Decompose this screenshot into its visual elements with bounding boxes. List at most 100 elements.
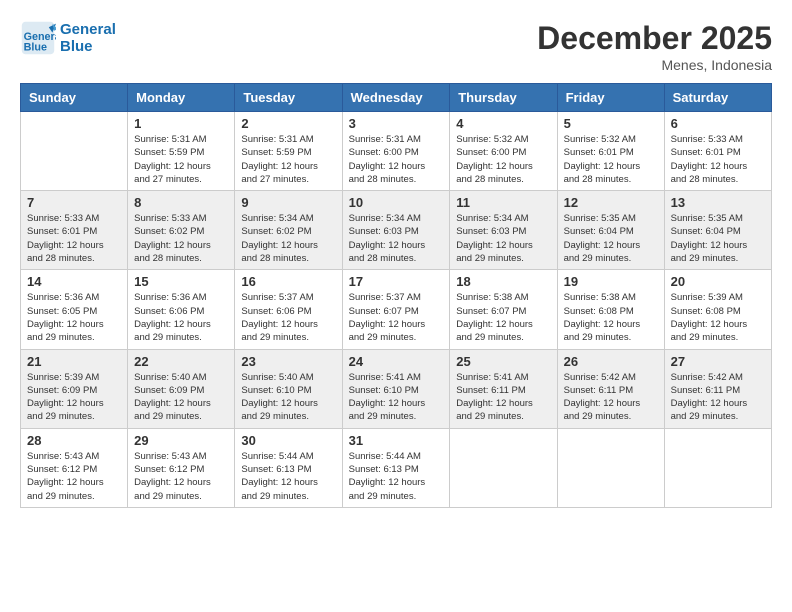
day-info: Sunrise: 5:31 AM Sunset: 5:59 PM Dayligh… — [134, 133, 228, 186]
calendar-cell: 21Sunrise: 5:39 AM Sunset: 6:09 PM Dayli… — [21, 349, 128, 428]
calendar-cell: 13 Sunrise: 5:35 AM Sunset: 6:04 PM Dayli… — [664, 191, 771, 270]
calendar-cell: 5Sunrise: 5:32 AM Sunset: 6:01 PM Daylig… — [557, 112, 664, 191]
col-saturday: Saturday — [664, 84, 771, 112]
calendar-cell: 28Sunrise: 5:43 AM Sunset: 6:12 PM Dayli… — [21, 428, 128, 507]
day-number: 11 — [456, 195, 550, 210]
col-monday: Monday — [128, 84, 235, 112]
day-number: 13 — [671, 195, 765, 210]
day-info: Sunrise: 5:43 AM Sunset: 6:12 PM Dayligh… — [27, 450, 121, 503]
day-info: Sunrise: 5:31 AM Sunset: 5:59 PM Dayligh… — [241, 133, 335, 186]
day-number: 27 — [671, 354, 765, 369]
day-info: Sunrise: 5:37 AM Sunset: 6:07 PM Dayligh… — [349, 291, 444, 344]
col-tuesday: Tuesday — [235, 84, 342, 112]
day-number: 9 — [241, 195, 335, 210]
day-info: Sunrise: 5:35 AM Sunset: 6:04 PM Dayligh… — [671, 212, 765, 265]
day-number: 30 — [241, 433, 335, 448]
logo-icon: General Blue — [20, 20, 56, 56]
day-info: Sunrise: 5:41 AM Sunset: 6:10 PM Dayligh… — [349, 371, 444, 424]
calendar-cell: 20 Sunrise: 5:39 AM Sunset: 6:08 PM Dayli… — [664, 270, 771, 349]
day-number: 29 — [134, 433, 228, 448]
calendar-week-row: 1 Sunrise: 5:31 AM Sunset: 5:59 PM Daylig… — [21, 112, 772, 191]
col-wednesday: Wednesday — [342, 84, 450, 112]
day-number: 15 — [134, 274, 228, 289]
calendar-cell: 4 Sunrise: 5:32 AM Sunset: 6:00 PM Daylig… — [450, 112, 557, 191]
location: Menes, Indonesia — [537, 57, 772, 73]
title-area: December 2025 Menes, Indonesia — [537, 20, 772, 73]
day-number: 3 — [349, 116, 444, 131]
calendar-cell: 10 Sunrise: 5:34 AM Sunset: 6:03 PM Dayli… — [342, 191, 450, 270]
day-number: 18 — [456, 274, 550, 289]
day-number: 6 — [671, 116, 765, 131]
calendar-cell: 6Sunrise: 5:33 AM Sunset: 6:01 PM Daylig… — [664, 112, 771, 191]
calendar-cell: 2 Sunrise: 5:31 AM Sunset: 5:59 PM Daylig… — [235, 112, 342, 191]
day-number: 20 — [671, 274, 765, 289]
logo-text: General Blue — [60, 21, 116, 55]
day-number: 1 — [134, 116, 228, 131]
calendar-cell: 1 Sunrise: 5:31 AM Sunset: 5:59 PM Daylig… — [128, 112, 235, 191]
calendar-cell — [557, 428, 664, 507]
day-info: Sunrise: 5:43 AM Sunset: 6:12 PM Dayligh… — [134, 450, 228, 503]
calendar-week-row: 28Sunrise: 5:43 AM Sunset: 6:12 PM Dayli… — [21, 428, 772, 507]
day-info: Sunrise: 5:33 AM Sunset: 6:01 PM Dayligh… — [27, 212, 121, 265]
calendar-cell: 7 Sunrise: 5:33 AM Sunset: 6:01 PM Daylig… — [21, 191, 128, 270]
day-info: Sunrise: 5:36 AM Sunset: 6:05 PM Dayligh… — [27, 291, 121, 344]
day-info: Sunrise: 5:37 AM Sunset: 6:06 PM Dayligh… — [241, 291, 335, 344]
calendar-cell: 8Sunrise: 5:33 AM Sunset: 6:02 PM Daylig… — [128, 191, 235, 270]
calendar-week-row: 21Sunrise: 5:39 AM Sunset: 6:09 PM Dayli… — [21, 349, 772, 428]
day-info: Sunrise: 5:40 AM Sunset: 6:09 PM Dayligh… — [134, 371, 228, 424]
col-friday: Friday — [557, 84, 664, 112]
day-info: Sunrise: 5:32 AM Sunset: 6:01 PM Dayligh… — [564, 133, 658, 186]
calendar-cell: 3 Sunrise: 5:31 AM Sunset: 6:00 PM Daylig… — [342, 112, 450, 191]
calendar-cell: 26 Sunrise: 5:42 AM Sunset: 6:11 PM Dayli… — [557, 349, 664, 428]
calendar-table: Sunday Monday Tuesday Wednesday Thursday… — [20, 83, 772, 508]
calendar-cell — [664, 428, 771, 507]
calendar-cell: 19Sunrise: 5:38 AM Sunset: 6:08 PM Dayli… — [557, 270, 664, 349]
calendar-cell: 27 Sunrise: 5:42 AM Sunset: 6:11 PM Dayli… — [664, 349, 771, 428]
day-number: 10 — [349, 195, 444, 210]
calendar-cell: 9 Sunrise: 5:34 AM Sunset: 6:02 PM Daylig… — [235, 191, 342, 270]
logo: General Blue General Blue — [20, 20, 116, 56]
calendar-cell: 24 Sunrise: 5:41 AM Sunset: 6:10 PM Dayli… — [342, 349, 450, 428]
day-info: Sunrise: 5:39 AM Sunset: 6:08 PM Dayligh… — [671, 291, 765, 344]
day-number: 17 — [349, 274, 444, 289]
day-number: 22 — [134, 354, 228, 369]
day-number: 25 — [456, 354, 550, 369]
calendar-cell: 16 Sunrise: 5:37 AM Sunset: 6:06 PM Dayli… — [235, 270, 342, 349]
day-number: 8 — [134, 195, 228, 210]
calendar-cell: 11 Sunrise: 5:34 AM Sunset: 6:03 PM Dayli… — [450, 191, 557, 270]
calendar-cell: 22 Sunrise: 5:40 AM Sunset: 6:09 PM Dayli… — [128, 349, 235, 428]
calendar-header-row: Sunday Monday Tuesday Wednesday Thursday… — [21, 84, 772, 112]
calendar-cell — [21, 112, 128, 191]
day-number: 26 — [564, 354, 658, 369]
day-info: Sunrise: 5:34 AM Sunset: 6:02 PM Dayligh… — [241, 212, 335, 265]
calendar-cell: 17 Sunrise: 5:37 AM Sunset: 6:07 PM Dayli… — [342, 270, 450, 349]
day-info: Sunrise: 5:40 AM Sunset: 6:10 PM Dayligh… — [241, 371, 335, 424]
day-number: 4 — [456, 116, 550, 131]
day-info: Sunrise: 5:42 AM Sunset: 6:11 PM Dayligh… — [564, 371, 658, 424]
day-info: Sunrise: 5:36 AM Sunset: 6:06 PM Dayligh… — [134, 291, 228, 344]
day-number: 2 — [241, 116, 335, 131]
day-number: 7 — [27, 195, 121, 210]
calendar-cell: 15 Sunrise: 5:36 AM Sunset: 6:06 PM Dayli… — [128, 270, 235, 349]
day-info: Sunrise: 5:32 AM Sunset: 6:00 PM Dayligh… — [456, 133, 550, 186]
day-info: Sunrise: 5:34 AM Sunset: 6:03 PM Dayligh… — [456, 212, 550, 265]
calendar-cell: 14Sunrise: 5:36 AM Sunset: 6:05 PM Dayli… — [21, 270, 128, 349]
calendar-cell — [450, 428, 557, 507]
day-number: 31 — [349, 433, 444, 448]
calendar-cell: 12Sunrise: 5:35 AM Sunset: 6:04 PM Dayli… — [557, 191, 664, 270]
day-info: Sunrise: 5:31 AM Sunset: 6:00 PM Dayligh… — [349, 133, 444, 186]
day-info: Sunrise: 5:41 AM Sunset: 6:11 PM Dayligh… — [456, 371, 550, 424]
calendar-cell: 23Sunrise: 5:40 AM Sunset: 6:10 PM Dayli… — [235, 349, 342, 428]
page-container: General Blue General Blue December 2025 … — [20, 20, 772, 508]
day-number: 24 — [349, 354, 444, 369]
day-number: 21 — [27, 354, 121, 369]
day-info: Sunrise: 5:34 AM Sunset: 6:03 PM Dayligh… — [349, 212, 444, 265]
day-info: Sunrise: 5:44 AM Sunset: 6:13 PM Dayligh… — [241, 450, 335, 503]
col-thursday: Thursday — [450, 84, 557, 112]
calendar-week-row: 7 Sunrise: 5:33 AM Sunset: 6:01 PM Daylig… — [21, 191, 772, 270]
day-info: Sunrise: 5:42 AM Sunset: 6:11 PM Dayligh… — [671, 371, 765, 424]
month-title: December 2025 — [537, 20, 772, 57]
calendar-cell: 30 Sunrise: 5:44 AM Sunset: 6:13 PM Dayli… — [235, 428, 342, 507]
header: General Blue General Blue December 2025 … — [20, 20, 772, 73]
day-number: 16 — [241, 274, 335, 289]
